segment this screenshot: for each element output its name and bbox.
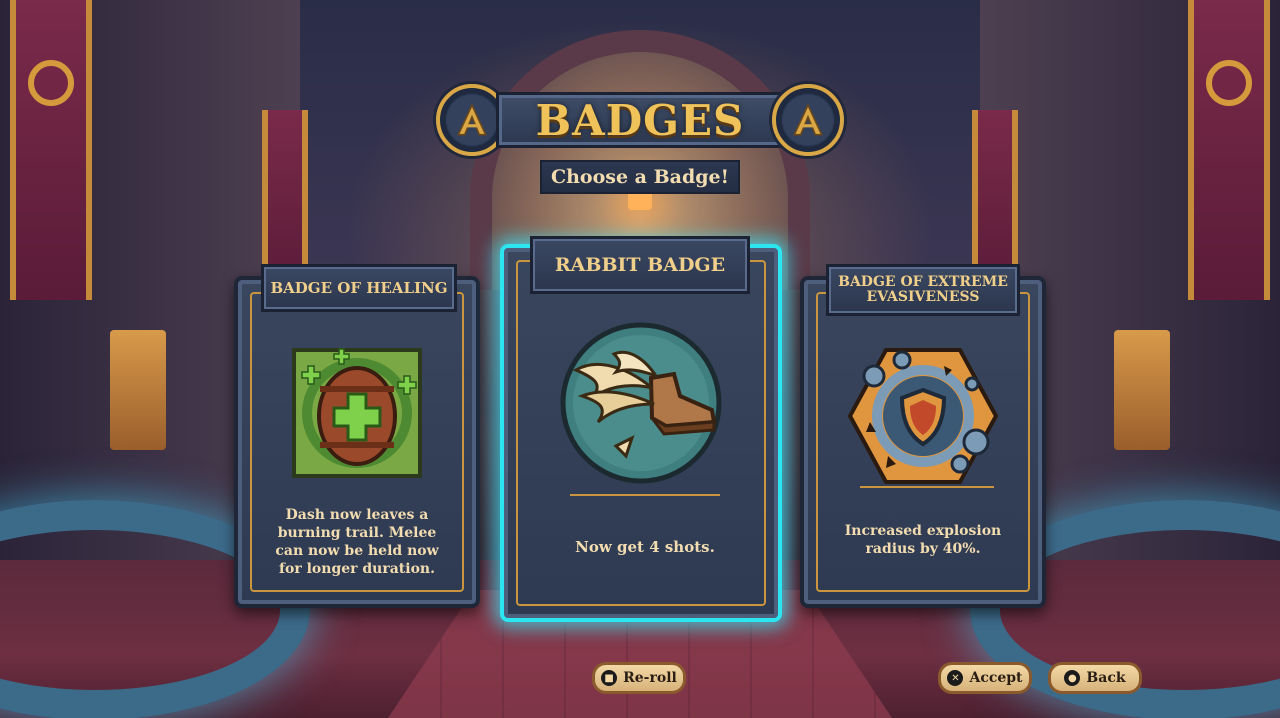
badge-title: RABBIT BADGE xyxy=(530,236,750,294)
healing-barrel-icon xyxy=(290,346,424,480)
back-button[interactable]: ● Back xyxy=(1048,662,1142,694)
accept-label: Accept xyxy=(969,670,1023,686)
banner-right-far xyxy=(972,110,1018,290)
reroll-label: Re-roll xyxy=(623,670,677,686)
page-title: BADGES xyxy=(535,95,745,145)
circle-button-icon: ● xyxy=(1064,670,1081,686)
card-divider xyxy=(860,486,994,488)
badge-card-evasiveness[interactable]: Increased explosion radius by 40%. xyxy=(800,276,1046,608)
badge-title: BADGE OF EXTREME EVASIVENESS xyxy=(826,264,1020,316)
badge-card-rabbit[interactable]: Now get 4 shots. xyxy=(500,244,782,622)
badge-description: Dash now leaves a burning trail. Melee c… xyxy=(275,507,439,577)
badge-card-healing[interactable]: Dash now leaves a burning trail. Melee c… xyxy=(234,276,480,608)
subtitle: Choose a Badge! xyxy=(540,160,740,194)
winged-boot-icon xyxy=(556,318,726,488)
right-medal-icon xyxy=(772,84,844,156)
back-label: Back xyxy=(1086,670,1126,686)
banner-emblem-icon xyxy=(1206,60,1252,106)
cross-button-icon: ✕ xyxy=(947,670,964,686)
pillar-left xyxy=(110,330,166,450)
reroll-button[interactable]: ■ Re-roll xyxy=(592,662,686,694)
card-divider xyxy=(570,494,720,496)
badge-description: Now get 4 shots. xyxy=(575,538,715,556)
banner-right xyxy=(1188,0,1270,300)
title-plaque: BADGES xyxy=(496,92,784,148)
accept-button[interactable]: ✕ Accept xyxy=(938,662,1032,694)
badge-description: Increased explosion radius by 40%. xyxy=(844,523,1002,557)
banner-emblem-icon xyxy=(28,60,74,106)
badge-title: BADGE OF HEALING xyxy=(261,264,457,312)
pillar-right xyxy=(1114,330,1170,450)
shield-hexagon-icon xyxy=(847,346,999,486)
square-button-icon: ■ xyxy=(601,670,618,686)
banner-left xyxy=(10,0,92,300)
banner-left-far xyxy=(262,110,308,290)
